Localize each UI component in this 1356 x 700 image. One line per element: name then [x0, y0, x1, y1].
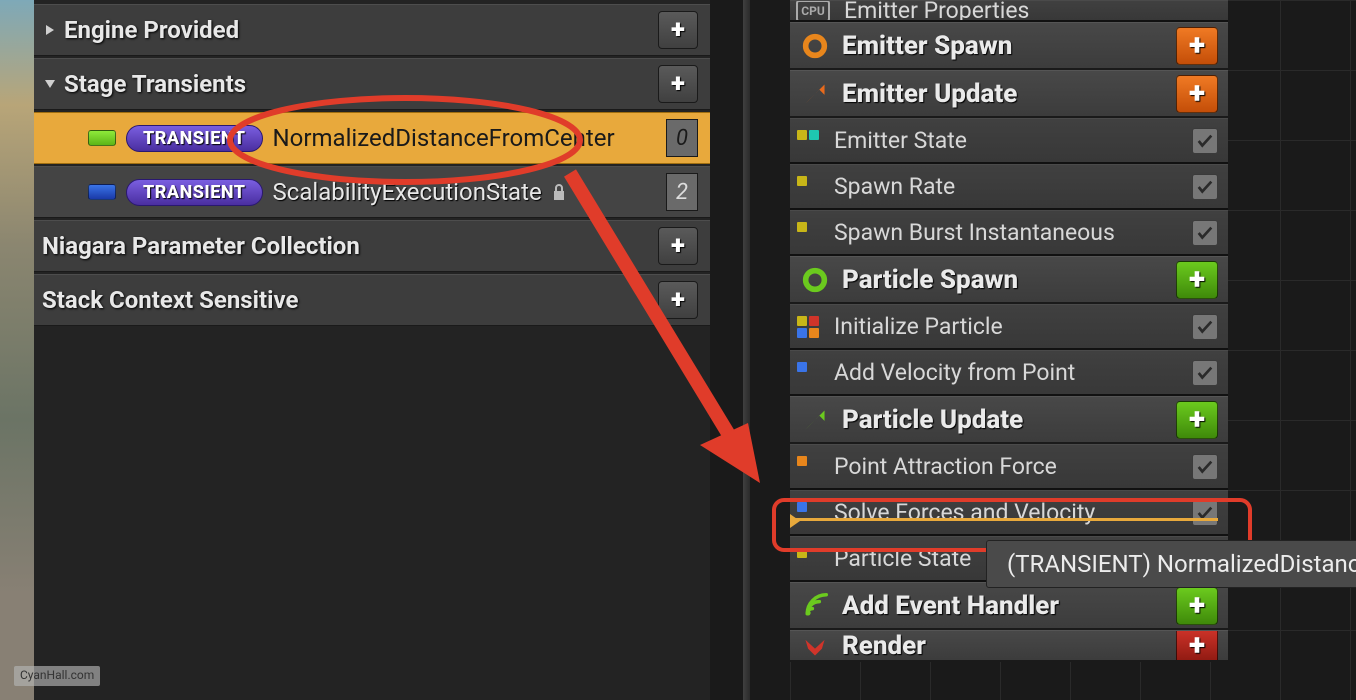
- module-label: Particle State: [834, 545, 971, 572]
- module-label: Spawn Rate: [834, 173, 955, 200]
- param-name: NormalizedDistanceFromCenter: [273, 124, 615, 152]
- section-stage-transients[interactable]: Stage Transients +: [34, 58, 710, 110]
- module-emitter-state[interactable]: Emitter State: [790, 118, 1228, 164]
- module-color-icon: [796, 547, 820, 571]
- viewport-preview: [0, 0, 34, 700]
- parameters-panel: Engine Provided + Stage Transients + TRA…: [34, 0, 710, 700]
- add-module-button[interactable]: +: [1176, 587, 1218, 625]
- group-render[interactable]: Render +: [790, 630, 1228, 662]
- watermark: CyanHall.com: [14, 666, 100, 686]
- module-initialize-particle[interactable]: Initialize Particle: [790, 304, 1228, 350]
- enabled-checkbox[interactable]: [1192, 174, 1218, 200]
- module-point-attraction[interactable]: Point Attraction Force: [790, 444, 1228, 490]
- enabled-checkbox[interactable]: [1192, 500, 1218, 526]
- enabled-checkbox[interactable]: [1192, 314, 1218, 340]
- group-label: Render: [842, 631, 926, 661]
- enabled-checkbox[interactable]: [1192, 454, 1218, 480]
- group-label: Add Event Handler: [842, 591, 1059, 621]
- group-emitter-spawn[interactable]: Emitter Spawn +: [790, 22, 1228, 70]
- expand-icon: [42, 22, 58, 38]
- drag-tooltip: (TRANSIENT) NormalizedDistance: [986, 540, 1356, 588]
- add-button[interactable]: +: [658, 227, 698, 265]
- panel-splitter[interactable]: [710, 0, 790, 700]
- arrow-up-icon: [800, 79, 830, 109]
- drop-indicator-caret: [790, 514, 800, 528]
- module-color-icon: [796, 175, 820, 199]
- group-particle-spawn[interactable]: Particle Spawn +: [790, 256, 1228, 304]
- chevron-down-icon: [800, 631, 830, 661]
- type-chip-icon: [88, 184, 116, 200]
- group-label: Emitter Update: [842, 79, 1017, 109]
- group-emitter-update[interactable]: Emitter Update +: [790, 70, 1228, 118]
- module-label: Solve Forces and Velocity: [834, 499, 1095, 526]
- module-color-icon: [796, 129, 820, 153]
- lock-icon: [552, 183, 566, 201]
- section-label: Stage Transients: [64, 70, 246, 98]
- module-label: Emitter Properties: [844, 0, 1029, 22]
- group-label: Emitter Spawn: [842, 31, 1012, 61]
- wifi-icon: [800, 591, 830, 621]
- module-color-icon: [796, 315, 820, 339]
- add-button[interactable]: +: [658, 281, 698, 319]
- drop-indicator-line: [794, 518, 1218, 521]
- add-module-button[interactable]: +: [1176, 75, 1218, 113]
- add-module-button[interactable]: +: [1176, 27, 1218, 65]
- add-module-button[interactable]: +: [1176, 261, 1218, 299]
- arrow-up-icon: [800, 405, 830, 435]
- group-add-event-handler[interactable]: Add Event Handler +: [790, 582, 1228, 630]
- group-particle-update[interactable]: Particle Update +: [790, 396, 1228, 444]
- module-label: Initialize Particle: [834, 313, 1003, 340]
- module-emitter-properties[interactable]: CPU Emitter Properties: [790, 0, 1228, 22]
- module-color-icon: [796, 221, 820, 245]
- module-label: Point Attraction Force: [834, 453, 1057, 480]
- module-label: Spawn Burst Instantaneous: [834, 219, 1115, 246]
- module-color-icon: [796, 455, 820, 479]
- section-niagara-param-collection[interactable]: Niagara Parameter Collection +: [34, 220, 710, 272]
- module-spawn-rate[interactable]: Spawn Rate: [790, 164, 1228, 210]
- add-button[interactable]: +: [658, 65, 698, 103]
- enabled-checkbox[interactable]: [1192, 220, 1218, 246]
- enabled-checkbox[interactable]: [1192, 128, 1218, 154]
- collapse-icon: [42, 76, 58, 92]
- param-normalized-distance[interactable]: TRANSIENT NormalizedDistanceFromCenter 0: [34, 112, 710, 164]
- type-chip-icon: [88, 130, 116, 146]
- transient-badge: TRANSIENT: [126, 179, 263, 206]
- ring-icon: [800, 31, 830, 61]
- usage-count: 0: [666, 119, 698, 157]
- module-spawn-burst[interactable]: Spawn Burst Instantaneous: [790, 210, 1228, 256]
- add-module-button[interactable]: +: [1176, 401, 1218, 439]
- param-name: ScalabilityExecutionState: [273, 178, 542, 206]
- add-module-button[interactable]: +: [1176, 630, 1218, 662]
- usage-count: 2: [666, 173, 698, 211]
- module-label: Add Velocity from Point: [834, 359, 1075, 386]
- enabled-checkbox[interactable]: [1192, 360, 1218, 386]
- section-label: Stack Context Sensitive: [42, 286, 298, 314]
- module-label: Emitter State: [834, 127, 967, 154]
- add-button[interactable]: +: [658, 11, 698, 49]
- group-label: Particle Update: [842, 405, 1023, 435]
- section-label: Niagara Parameter Collection: [42, 232, 360, 260]
- module-color-icon: [796, 361, 820, 385]
- module-solve-forces-velocity[interactable]: Solve Forces and Velocity: [790, 490, 1228, 536]
- section-stack-context[interactable]: Stack Context Sensitive +: [34, 274, 710, 326]
- group-label: Particle Spawn: [842, 265, 1018, 295]
- module-add-velocity-point[interactable]: Add Velocity from Point: [790, 350, 1228, 396]
- ring-icon: [800, 265, 830, 295]
- transient-badge: TRANSIENT: [126, 125, 263, 152]
- section-engine-provided[interactable]: Engine Provided +: [34, 4, 710, 56]
- cpu-badge: CPU: [796, 0, 830, 22]
- param-scalability-exec[interactable]: TRANSIENT ScalabilityExecutionState 2: [34, 166, 710, 218]
- section-label: Engine Provided: [64, 16, 239, 44]
